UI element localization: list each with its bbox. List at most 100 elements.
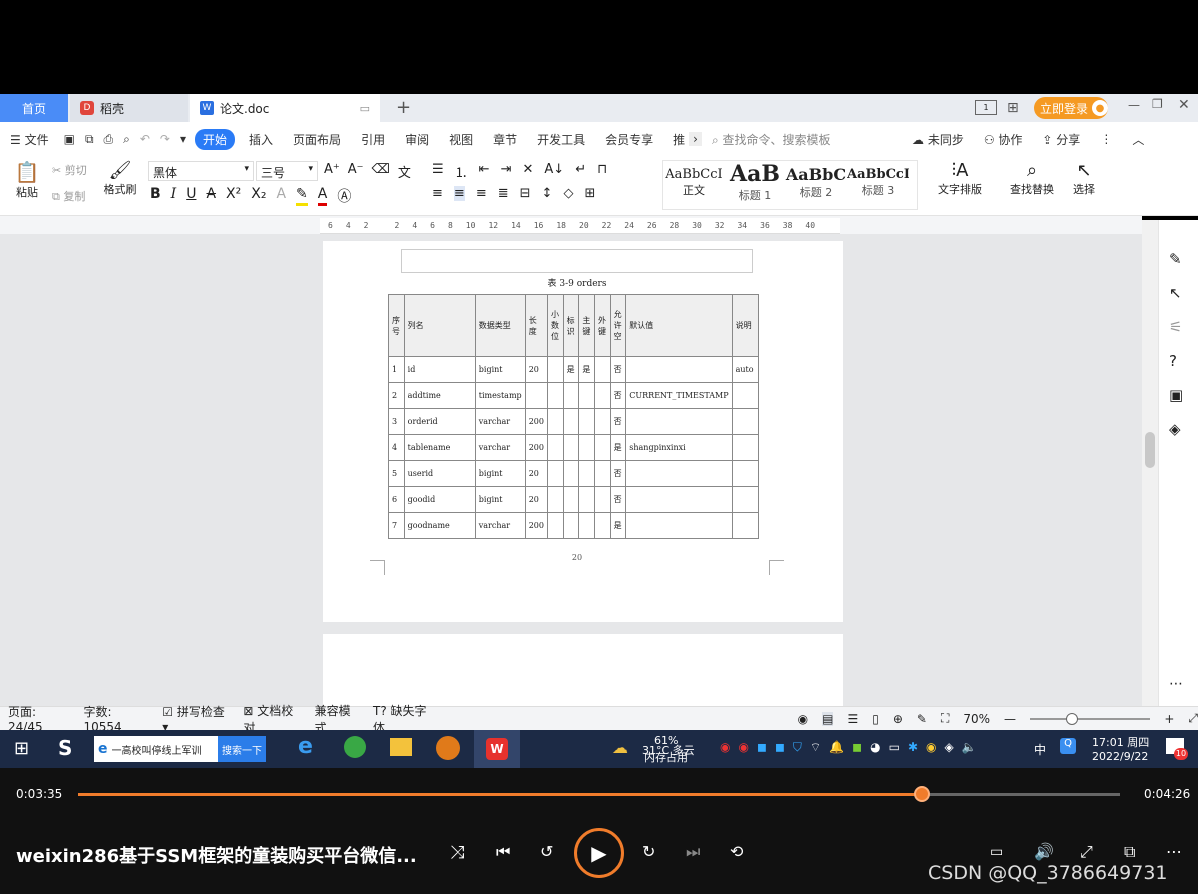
seek-bar[interactable] — [78, 786, 1120, 802]
tab-sections[interactable]: 章节 — [483, 131, 527, 148]
sync-status[interactable]: ☁ 未同步 — [902, 131, 974, 148]
collapse-ribbon-icon[interactable]: ︿ — [1122, 131, 1154, 148]
select-button[interactable]: ↖ 选择 — [1066, 160, 1102, 197]
table-cell[interactable]: 否 — [609, 408, 627, 435]
text-effect-button[interactable]: A — [276, 186, 286, 206]
tab-references[interactable]: 引用 — [351, 131, 395, 148]
table-cell[interactable] — [625, 408, 733, 435]
tab-recommend[interactable]: 推 — [663, 131, 689, 148]
table-cell[interactable] — [593, 460, 611, 487]
table-cell[interactable]: orderid — [403, 408, 476, 435]
table-cell[interactable]: id — [403, 356, 476, 383]
cut-button[interactable]: ✂ 剪切 — [52, 162, 87, 178]
tab-view[interactable]: 视图 — [439, 131, 483, 148]
copy-button[interactable]: ⧉ 复制 — [52, 188, 85, 204]
folder-icon[interactable] — [390, 738, 412, 756]
table-row[interactable]: 1 id bigint 20 是是否 auto — [388, 356, 760, 383]
tab-insert[interactable]: 插入 — [239, 131, 283, 148]
table-cell[interactable]: 20 — [524, 486, 549, 513]
table-cell[interactable] — [562, 512, 580, 539]
table-cell[interactable] — [625, 512, 733, 539]
table-cell[interactable] — [547, 382, 564, 409]
pip-icon[interactable]: ⧉ — [1124, 842, 1135, 862]
pinyin-button[interactable]: 文 — [398, 162, 411, 181]
table-cell[interactable] — [578, 408, 595, 435]
table-cell[interactable] — [547, 512, 564, 539]
table-cell[interactable]: goodid — [403, 486, 476, 513]
fullscreen-toggle-icon[interactable]: ⤢ — [1080, 842, 1093, 862]
more-options-icon[interactable]: ⋮ — [1090, 132, 1122, 146]
table-cell[interactable] — [625, 486, 733, 513]
table-cell[interactable] — [593, 434, 611, 461]
table-cell[interactable] — [731, 382, 760, 409]
table-cell[interactable]: varchar — [474, 512, 526, 539]
tiger-app-icon[interactable] — [436, 736, 460, 760]
table-cell[interactable]: 是 — [609, 434, 627, 461]
table-cell[interactable] — [593, 408, 611, 435]
player-more-icon[interactable]: ⋯ — [1166, 842, 1182, 861]
taskbar-search-button[interactable]: 搜索一下 — [218, 736, 266, 762]
table-cell[interactable] — [731, 434, 760, 461]
tab-member[interactable]: 会员专享 — [595, 131, 663, 148]
volume-icon[interactable]: 🔈 — [962, 740, 977, 755]
show-marks-button[interactable]: ↵ — [575, 162, 586, 181]
eye-icon[interactable]: ◉ — [798, 712, 808, 726]
table-row[interactable]: 7 goodname varchar 200 是 — [388, 512, 760, 539]
repeat-icon[interactable]: ⟲ — [730, 842, 743, 861]
zoom-in-button[interactable]: + — [1164, 712, 1174, 726]
highlight-button[interactable]: ✎ — [296, 186, 308, 206]
style-heading3[interactable]: AaBbCcI 标题 3 — [847, 161, 909, 209]
table-cell[interactable]: 5 — [388, 460, 405, 487]
zoom-slider[interactable] — [1030, 712, 1151, 725]
table-cell[interactable]: timestamp — [474, 382, 526, 409]
tray-nvidia-icon[interactable]: ◼ — [852, 740, 862, 755]
table-row[interactable]: 6 goodid bigint 20 否 — [388, 486, 760, 513]
command-search[interactable]: ⌕ 查找命令、搜索模板 — [702, 131, 902, 148]
char-border-button[interactable]: Ⓐ — [337, 186, 351, 206]
write-view-icon[interactable]: ✎ — [917, 712, 927, 726]
next-page[interactable] — [323, 634, 843, 706]
login-button[interactable]: 立即登录 ● — [1034, 97, 1108, 119]
clock-date[interactable]: 2022/9/22 — [1092, 750, 1148, 763]
table-cell[interactable] — [547, 408, 564, 435]
fit-page-icon[interactable]: ⛶ — [941, 711, 949, 726]
table-cell[interactable] — [625, 460, 733, 487]
collab-button[interactable]: ⚇ 协作 — [974, 131, 1033, 148]
ribbon-scroll-right[interactable]: › — [689, 132, 702, 146]
green-app-icon[interactable] — [344, 736, 366, 758]
table-cell[interactable]: 2 — [388, 382, 405, 409]
save-icon[interactable]: ▣ — [59, 132, 80, 146]
new-tab-button[interactable]: + — [396, 97, 411, 118]
style-heading1[interactable]: AaB 标题 1 — [725, 161, 785, 209]
subscript-button[interactable]: X₂ — [251, 186, 266, 206]
tab-daoke[interactable]: D 稻壳 — [70, 94, 188, 122]
distribute-button[interactable]: ⊟ — [520, 186, 531, 201]
table-cell[interactable]: auto — [731, 356, 760, 383]
table-cell[interactable]: 20 — [524, 356, 549, 383]
redo-icon[interactable]: ↷ — [155, 132, 175, 146]
shading-button[interactable]: ◇ — [563, 186, 573, 201]
file-menu[interactable]: ☰ 文件 — [0, 131, 59, 148]
layout-icon[interactable]: 1 — [975, 100, 997, 115]
minimize-button[interactable]: — — [1128, 98, 1140, 112]
more-dots-icon[interactable]: ⋯ — [1169, 676, 1183, 692]
table-cell[interactable] — [731, 460, 760, 487]
find-replace-button[interactable]: ⌕ 查找替换 — [1002, 160, 1062, 197]
table-cell[interactable] — [593, 382, 611, 409]
table-cell[interactable]: 否 — [609, 382, 627, 409]
decrease-indent-button[interactable]: ⇤ — [479, 162, 490, 181]
export-icon[interactable]: ⧉ — [80, 132, 99, 147]
zoom-level[interactable]: 70% — [963, 712, 990, 726]
table-cell[interactable]: 是 — [578, 356, 595, 383]
borders-button[interactable]: ⊞ — [584, 186, 595, 201]
table-cell[interactable]: shangpinxinxi — [625, 434, 733, 461]
italic-button[interactable]: I — [171, 186, 177, 206]
table-cell[interactable]: bigint — [474, 486, 526, 513]
table-cell[interactable]: CURRENT_TIMESTAMP — [625, 382, 733, 409]
tray-qq-icon[interactable]: ◕ — [870, 740, 880, 755]
table-row[interactable]: 3 orderid varchar 200 否 — [388, 408, 760, 435]
table-cell[interactable] — [547, 356, 564, 383]
clock-time[interactable]: 17:01 周四 — [1092, 734, 1149, 750]
table-cell[interactable]: 200 — [524, 434, 549, 461]
page-view-icon[interactable]: ▤ — [822, 711, 834, 726]
